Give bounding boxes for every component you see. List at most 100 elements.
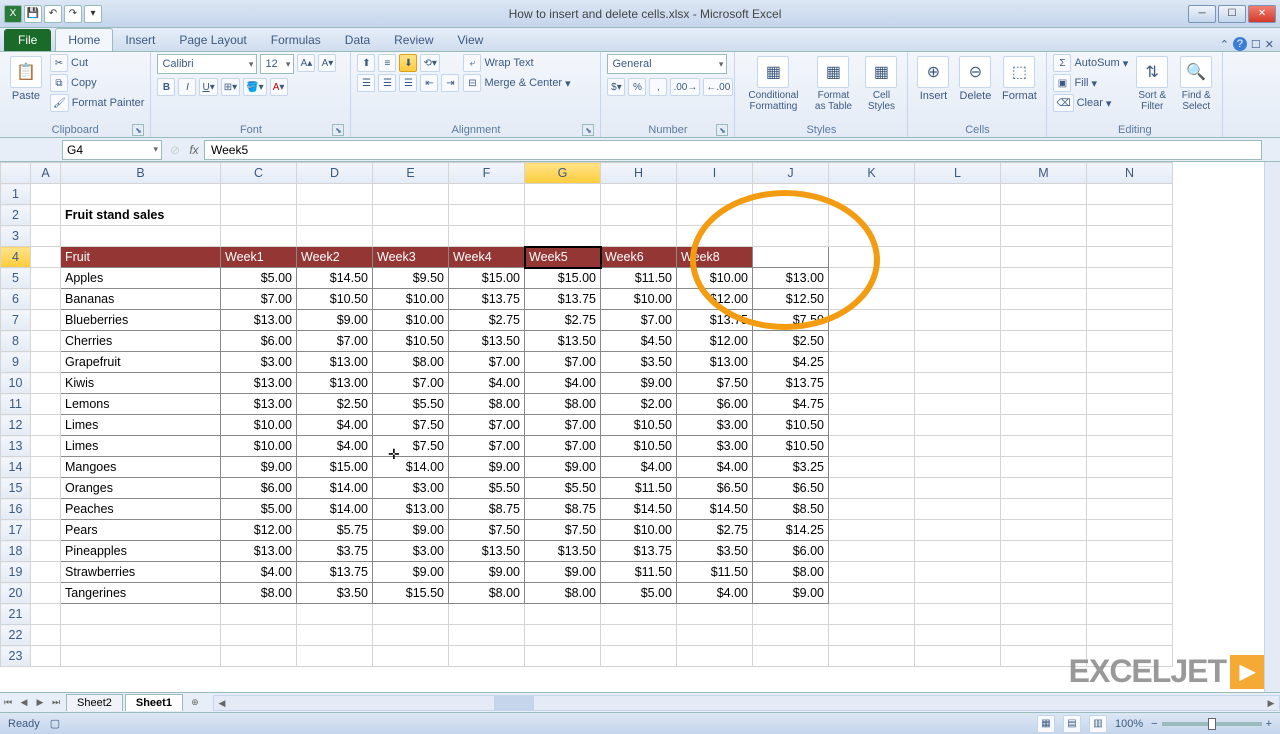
cell[interactable] (31, 499, 61, 520)
sheet-nav-last-icon[interactable]: ⏭ (48, 695, 64, 711)
cell[interactable] (31, 373, 61, 394)
cell[interactable] (1087, 310, 1173, 331)
paste-button[interactable]: 📋Paste (6, 54, 46, 104)
cell[interactable]: $10.00 (221, 436, 297, 457)
cell[interactable] (1087, 415, 1173, 436)
tab-home[interactable]: Home (55, 28, 113, 51)
cell[interactable]: $10.00 (601, 520, 677, 541)
cell[interactable] (31, 604, 61, 625)
cell[interactable]: Week2 (297, 247, 373, 268)
column-header[interactable]: E (373, 163, 449, 184)
cell[interactable]: $7.50 (373, 415, 449, 436)
cell[interactable] (31, 625, 61, 646)
cell[interactable]: $13.75 (525, 289, 601, 310)
cell[interactable] (373, 646, 449, 667)
cell[interactable]: Mangoes (61, 457, 221, 478)
cell[interactable] (1001, 226, 1087, 247)
cell[interactable] (753, 247, 829, 268)
cell[interactable]: $5.50 (449, 478, 525, 499)
cell[interactable] (221, 646, 297, 667)
cell[interactable] (31, 583, 61, 604)
cell[interactable]: $10.00 (373, 310, 449, 331)
sheet-tab-sheet2[interactable]: Sheet2 (66, 694, 123, 711)
cell[interactable]: $13.50 (449, 541, 525, 562)
cell[interactable] (1087, 457, 1173, 478)
cell[interactable]: Limes (61, 436, 221, 457)
cell[interactable] (829, 373, 915, 394)
tab-page-layout[interactable]: Page Layout (167, 29, 258, 51)
cell[interactable] (1087, 604, 1173, 625)
undo-icon[interactable]: ↶ (44, 5, 62, 23)
cell[interactable] (915, 457, 1001, 478)
cell[interactable]: Week4 (449, 247, 525, 268)
tab-view[interactable]: View (446, 29, 496, 51)
fx-icon[interactable]: fx (184, 143, 204, 157)
cell[interactable] (753, 205, 829, 226)
row-header[interactable]: 10 (1, 373, 31, 394)
cell[interactable] (829, 352, 915, 373)
cell[interactable] (525, 604, 601, 625)
autosum-button[interactable]: Σ (1053, 54, 1071, 72)
conditional-formatting-button[interactable]: ▦Conditional Formatting (741, 54, 805, 114)
cell[interactable]: $10.00 (601, 289, 677, 310)
cell[interactable] (1001, 373, 1087, 394)
cell[interactable]: $15.00 (449, 268, 525, 289)
cell[interactable]: $8.00 (449, 394, 525, 415)
cell[interactable] (753, 184, 829, 205)
worksheet-grid[interactable]: ABCDEFGHIJKLMN12Fruit stand sales34Fruit… (0, 162, 1280, 692)
bold-button[interactable]: B (157, 78, 175, 96)
cell[interactable]: $8.00 (221, 583, 297, 604)
cell[interactable] (915, 205, 1001, 226)
cell[interactable] (829, 268, 915, 289)
insert-cells-button[interactable]: ⊕Insert (914, 54, 952, 104)
cell[interactable]: $13.75 (677, 310, 753, 331)
cell[interactable] (525, 184, 601, 205)
cell[interactable]: $9.00 (373, 520, 449, 541)
cell[interactable] (1001, 457, 1087, 478)
cell[interactable]: Fruit (61, 247, 221, 268)
cell[interactable] (915, 310, 1001, 331)
delete-cells-button[interactable]: ⊖Delete (956, 54, 994, 104)
cell[interactable]: $10.50 (601, 436, 677, 457)
cell[interactable]: $12.00 (677, 289, 753, 310)
cell[interactable] (915, 478, 1001, 499)
cell[interactable]: $14.00 (297, 499, 373, 520)
cell[interactable]: $2.75 (525, 310, 601, 331)
align-bottom-icon[interactable]: ⬇ (399, 54, 417, 72)
cell[interactable] (915, 625, 1001, 646)
cell[interactable] (829, 646, 915, 667)
zoom-level[interactable]: 100% (1115, 718, 1143, 730)
cell[interactable] (449, 226, 525, 247)
cell[interactable] (1087, 562, 1173, 583)
cell[interactable] (829, 583, 915, 604)
cell[interactable]: $14.25 (753, 520, 829, 541)
cell[interactable] (297, 205, 373, 226)
cell[interactable] (677, 646, 753, 667)
cell[interactable] (31, 562, 61, 583)
cell[interactable]: $14.00 (297, 478, 373, 499)
cell[interactable] (1001, 205, 1087, 226)
close-button[interactable]: ✕ (1248, 5, 1276, 23)
cell[interactable]: $13.00 (221, 541, 297, 562)
cell[interactable]: $9.00 (525, 562, 601, 583)
cell[interactable] (915, 268, 1001, 289)
cell[interactable] (221, 604, 297, 625)
cell[interactable] (31, 436, 61, 457)
cell[interactable] (753, 604, 829, 625)
row-header[interactable]: 11 (1, 394, 31, 415)
view-layout-icon[interactable]: ▤ (1063, 715, 1081, 733)
cell[interactable]: $6.00 (677, 394, 753, 415)
cell[interactable] (915, 373, 1001, 394)
align-left-icon[interactable]: ☰ (357, 74, 375, 92)
cell[interactable]: $3.00 (221, 352, 297, 373)
cell[interactable]: $13.00 (221, 394, 297, 415)
cell[interactable]: $4.00 (601, 457, 677, 478)
cell[interactable] (31, 478, 61, 499)
orientation-icon[interactable]: ⟲▾ (420, 54, 439, 72)
cell[interactable]: $13.00 (221, 373, 297, 394)
cell[interactable] (1001, 478, 1087, 499)
cell[interactable] (221, 205, 297, 226)
cell[interactable] (1001, 562, 1087, 583)
cell[interactable]: Cherries (61, 331, 221, 352)
cell[interactable]: $2.50 (297, 394, 373, 415)
